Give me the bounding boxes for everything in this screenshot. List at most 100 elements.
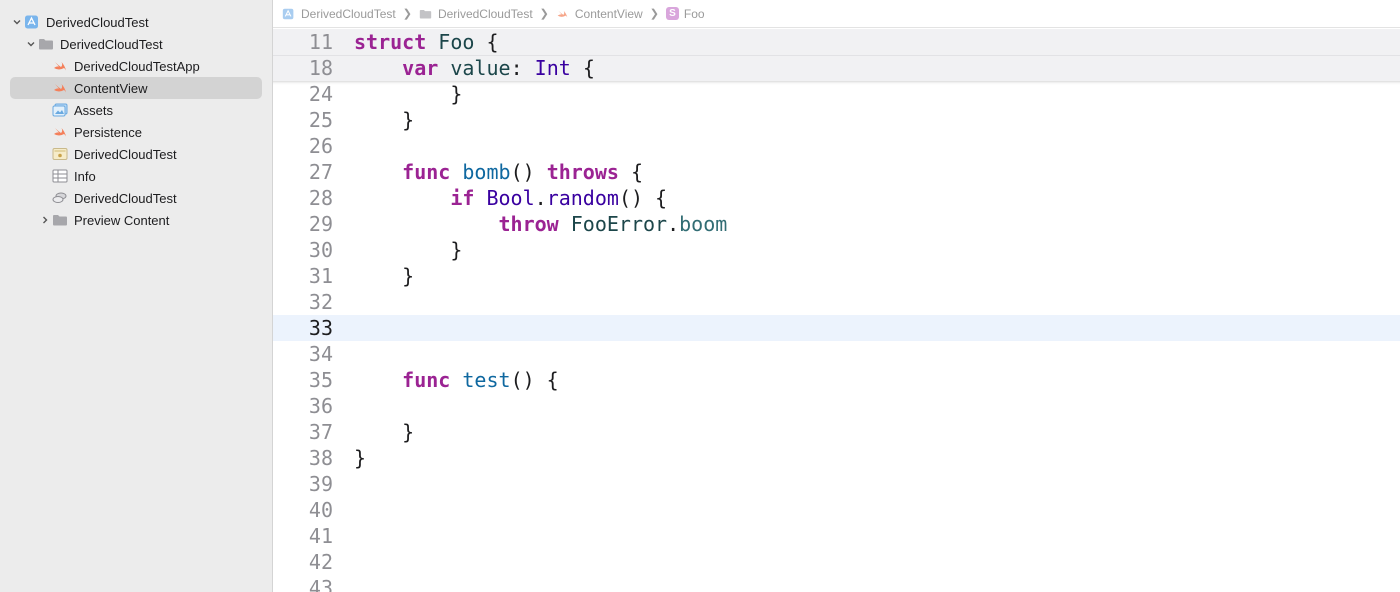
code-text: } [354, 264, 415, 288]
line-number: 26 [308, 134, 333, 158]
chevron-down-icon[interactable] [24, 39, 38, 49]
line-number: 29 [308, 212, 333, 236]
code-text: } [354, 446, 367, 470]
swift-file-icon [52, 125, 68, 139]
line-number: 32 [308, 290, 333, 314]
jumpbar-crumb-group[interactable]: DerivedCloudTest [419, 7, 533, 21]
code-line[interactable]: 25 } [273, 107, 1400, 133]
code-line[interactable]: 26 [273, 133, 1400, 159]
nav-item-group[interactable]: Preview Content [10, 209, 262, 231]
nav-item-label: Info [74, 168, 96, 184]
nav-item-project[interactable]: DerivedCloudTest [10, 11, 262, 33]
jumpbar-crumb-label: DerivedCloudTest [437, 6, 533, 21]
code-text: struct Foo { [354, 30, 499, 54]
code-line[interactable]: 29 throw FooError.boom [273, 211, 1400, 237]
swift-file-icon [52, 59, 68, 73]
nav-item-file[interactable]: Assets [10, 99, 262, 121]
code-line[interactable]: 43 [273, 575, 1400, 592]
jumpbar-crumb-label: ContentView [574, 6, 643, 21]
project-navigator: DerivedCloudTest DerivedCloudTest Derive… [0, 0, 273, 592]
code-line[interactable]: 34 [273, 341, 1400, 367]
line-number: 18 [308, 56, 333, 80]
chevron-down-icon[interactable] [10, 17, 24, 27]
entitlements-file-icon [52, 147, 68, 161]
line-number: 40 [308, 498, 333, 522]
struct-icon: S [665, 7, 679, 20]
code-line[interactable]: 31 } [273, 263, 1400, 289]
jumpbar-crumb-label: Foo [683, 6, 705, 21]
xcode-project-icon [282, 8, 296, 20]
line-number: 27 [308, 160, 333, 184]
code-line[interactable]: 38 } [273, 445, 1400, 471]
line-number: 36 [308, 394, 333, 418]
nav-item-label: Persistence [74, 124, 142, 140]
code-text: } [354, 238, 463, 262]
line-number: 33 [308, 316, 333, 340]
asset-catalog-icon [52, 103, 68, 117]
nav-item-label: Assets [74, 102, 114, 118]
folder-icon [52, 213, 68, 227]
jumpbar-crumb-project[interactable]: DerivedCloudTest [282, 7, 396, 21]
jumpbar-crumb-label: DerivedCloudTest [301, 6, 396, 21]
nav-item-label: DerivedCloudTestApp [74, 58, 200, 74]
jump-bar: DerivedCloudTest ❯ DerivedCloudTest ❯ Co… [273, 0, 1400, 28]
code-text: func bomb() throws { [402, 160, 644, 184]
line-number: 24 [308, 82, 333, 106]
code-line[interactable]: 36 [273, 393, 1400, 419]
code-line[interactable]: 32 [273, 289, 1400, 315]
code-text: var value: Int { [402, 56, 595, 80]
nav-item-file[interactable]: DerivedCloudTest [10, 143, 262, 165]
folder-icon [38, 37, 54, 51]
code-line[interactable]: 35 func test() { [273, 367, 1400, 393]
code-line[interactable]: 30 } [273, 237, 1400, 263]
xcode-project-icon [24, 15, 40, 29]
jumpbar-crumb-file[interactable]: ContentView [556, 7, 643, 21]
nav-item-label: DerivedCloudTest [74, 190, 177, 206]
code-text: } [354, 108, 415, 132]
code-line[interactable]: 18 var value: Int { [273, 55, 1400, 81]
line-number: 11 [308, 30, 333, 54]
nav-item-label: DerivedCloudTest [74, 146, 177, 162]
nav-item-label: ContentView [74, 80, 148, 96]
code-text: } [354, 82, 463, 106]
jumpbar-crumb-symbol[interactable]: S Foo [665, 6, 705, 21]
code-line[interactable]: 24 } [273, 81, 1400, 107]
chevron-right-icon: ❯ [539, 8, 549, 20]
line-number: 43 [308, 576, 333, 592]
code-line[interactable]: 42 [273, 549, 1400, 575]
code-text: throw FooError.boom [498, 212, 728, 236]
line-number: 37 [308, 420, 333, 444]
nav-item-file[interactable]: DerivedCloudTest [10, 187, 262, 209]
code-text: } [354, 420, 415, 444]
code-text: if Bool.random() { [450, 186, 668, 210]
folder-icon [419, 8, 433, 20]
nav-item-label: Preview Content [74, 212, 170, 228]
nav-item-file-selected[interactable]: ContentView [10, 77, 262, 99]
line-number: 35 [308, 368, 333, 392]
code-line[interactable]: 37 } [273, 419, 1400, 445]
line-number: 38 [308, 446, 333, 470]
line-number: 42 [308, 550, 333, 574]
code-line[interactable]: 40 [273, 497, 1400, 523]
code-line[interactable]: 27 func bomb() throws { [273, 159, 1400, 185]
chevron-right-icon: ❯ [402, 8, 412, 20]
code-line[interactable]: 41 [273, 523, 1400, 549]
code-text: func test() { [402, 368, 559, 392]
code-line[interactable]: 39 [273, 471, 1400, 497]
line-number: 28 [308, 186, 333, 210]
nav-item-file[interactable]: Info [10, 165, 262, 187]
nav-item-group[interactable]: DerivedCloudTest [10, 33, 262, 55]
line-number: 25 [308, 108, 333, 132]
code-line[interactable]: 28 if Bool.random() { [273, 185, 1400, 211]
chevron-right-icon: ❯ [649, 8, 659, 20]
code-line[interactable]: 11 struct Foo { [273, 29, 1400, 55]
swift-file-icon [556, 8, 570, 20]
line-number: 31 [308, 264, 333, 288]
nav-item-file[interactable]: DerivedCloudTestApp [10, 55, 262, 77]
code-line-current[interactable]: 33 [273, 315, 1400, 341]
line-number: 30 [308, 238, 333, 262]
line-number: 39 [308, 472, 333, 496]
nav-item-file[interactable]: Persistence [10, 121, 262, 143]
chevron-right-icon[interactable] [38, 215, 52, 225]
source-editor[interactable]: DerivedCloudTest ❯ DerivedCloudTest ❯ Co… [273, 0, 1400, 592]
